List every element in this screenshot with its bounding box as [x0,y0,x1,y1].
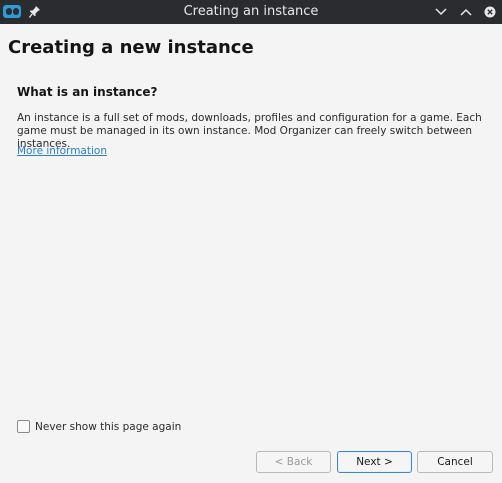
page-title: Creating a new instance [8,37,254,58]
more-information-link[interactable]: More information [17,145,107,157]
maximize-button[interactable] [456,2,476,22]
never-show-checkbox[interactable] [17,420,30,433]
close-icon [484,6,496,18]
title-bar: Creating an instance [0,0,502,24]
back-button[interactable]: < Back [256,451,331,473]
never-show-label[interactable]: Never show this page again [35,421,181,433]
window-title: Creating an instance [183,4,319,19]
never-show-option[interactable]: Never show this page again [17,420,181,433]
cancel-button[interactable]: Cancel [417,451,493,473]
next-button[interactable]: Next > [337,451,412,473]
section-heading: What is an instance? [17,85,158,99]
chevron-up-icon [460,8,472,16]
minimize-button[interactable] [431,2,451,22]
close-button[interactable] [480,2,500,22]
chevron-down-icon [435,8,447,16]
